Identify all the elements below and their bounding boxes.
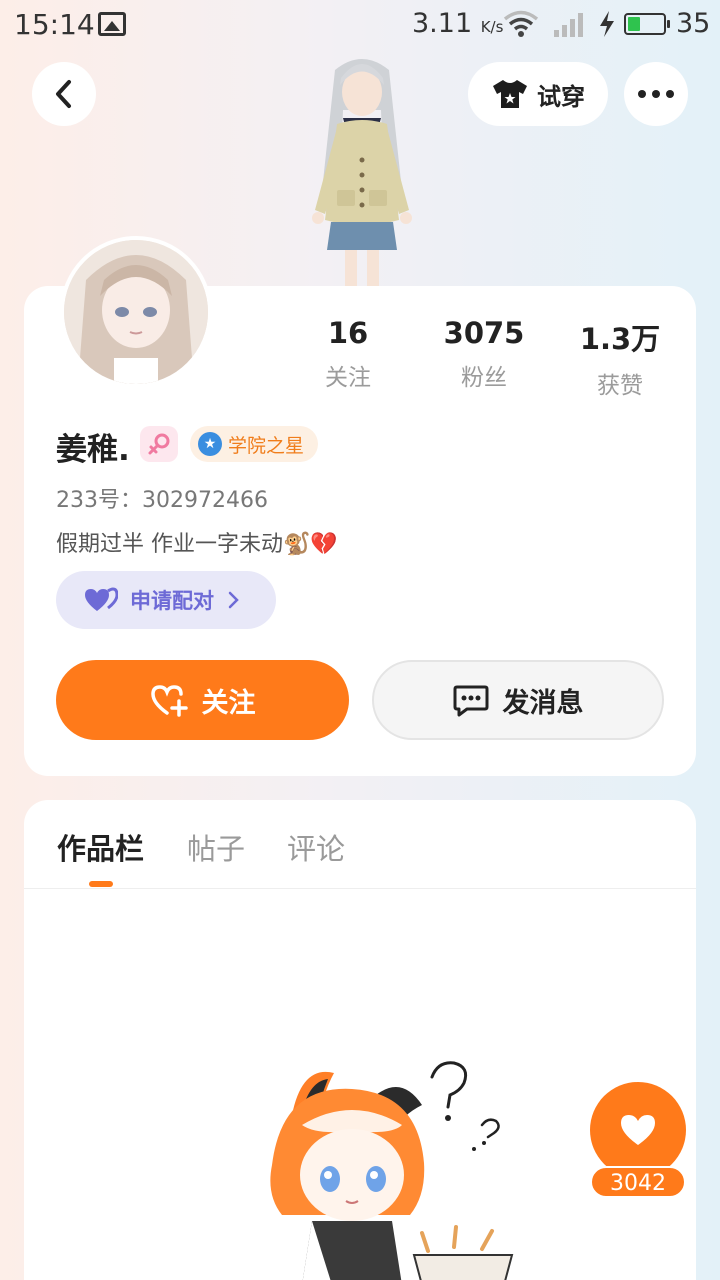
send-message-button[interactable]: 发消息 bbox=[372, 660, 664, 740]
more-dots-icon bbox=[638, 90, 674, 98]
stat-following[interactable]: 16 关注 bbox=[288, 316, 408, 392]
tshirt-icon bbox=[493, 80, 527, 108]
try-on-label: 试穿 bbox=[537, 82, 585, 111]
works-card: 作品栏 帖子 评论 bbox=[24, 800, 696, 1280]
star-badge-icon: ★ bbox=[198, 432, 222, 456]
heart-plus-icon bbox=[150, 685, 188, 717]
battery-icon bbox=[624, 13, 670, 35]
try-on-button[interactable]: 试穿 bbox=[468, 62, 608, 126]
stat-following-label: 关注 bbox=[325, 365, 371, 391]
network-speed: 3.11 K/s bbox=[412, 8, 504, 39]
content-tabs: 作品栏 帖子 评论 bbox=[24, 800, 696, 889]
empty-state-illustration bbox=[270, 1061, 514, 1280]
stat-followers-value: 3075 bbox=[443, 316, 525, 350]
status-bar: 15:14 3.11 K/s 35 bbox=[0, 0, 720, 48]
avatar-image bbox=[64, 240, 208, 384]
user-id: 233号：302972466 bbox=[56, 488, 268, 513]
female-icon bbox=[148, 433, 170, 455]
tab-comments[interactable]: 评论 bbox=[287, 826, 345, 868]
stat-likes-value: 1.3万 bbox=[579, 322, 661, 356]
wifi-icon bbox=[503, 10, 539, 37]
avatar[interactable] bbox=[60, 236, 212, 388]
send-message-label: 发消息 bbox=[502, 687, 584, 719]
academy-star-badge[interactable]: ★ 学院之星 bbox=[190, 426, 319, 462]
chevron-right-icon bbox=[228, 591, 239, 609]
tab-works[interactable]: 作品栏 bbox=[57, 826, 144, 868]
like-floating-button[interactable] bbox=[590, 1082, 686, 1178]
chat-bubble-icon bbox=[453, 685, 488, 717]
academy-star-label: 学院之星 bbox=[228, 434, 305, 457]
stat-followers-label: 粉丝 bbox=[461, 365, 507, 391]
heart-icon bbox=[621, 1115, 655, 1145]
stat-likes[interactable]: 1.3万 获赞 bbox=[560, 316, 680, 400]
user-bio: 假期过半 作业一字未动🐒💔 bbox=[56, 532, 338, 557]
username: 姜稚. bbox=[56, 432, 130, 468]
pair-request-button[interactable]: 申请配对 bbox=[56, 571, 276, 629]
gallery-notification-icon bbox=[98, 12, 126, 36]
stat-following-value: 16 bbox=[327, 316, 369, 350]
tab-posts[interactable]: 帖子 bbox=[187, 826, 245, 868]
double-heart-icon bbox=[85, 587, 118, 611]
back-button[interactable] bbox=[32, 62, 96, 126]
signal-icon bbox=[554, 13, 583, 37]
stat-followers[interactable]: 3075 粉丝 bbox=[424, 316, 544, 392]
charging-icon bbox=[600, 11, 614, 37]
battery-level: 35 bbox=[676, 8, 711, 39]
follow-button[interactable]: 关注 bbox=[56, 660, 349, 740]
gender-badge bbox=[140, 426, 178, 462]
pair-request-label: 申请配对 bbox=[130, 589, 214, 613]
status-time: 15:14 bbox=[14, 8, 95, 41]
like-count: 3042 bbox=[590, 1166, 686, 1198]
stat-likes-label: 获赞 bbox=[597, 373, 643, 399]
follow-label: 关注 bbox=[201, 687, 256, 719]
avatar-3d-figure bbox=[312, 59, 412, 290]
tab-active-indicator bbox=[89, 881, 113, 887]
more-button[interactable] bbox=[624, 62, 688, 126]
chevron-left-icon bbox=[56, 80, 71, 108]
